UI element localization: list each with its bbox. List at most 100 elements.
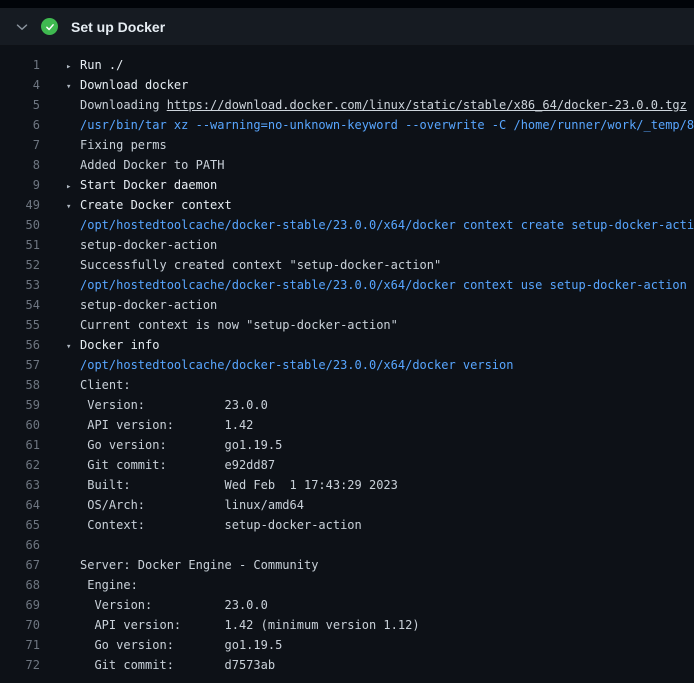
command-text: /usr/bin/tar xz --warning=no-unknown-key…	[80, 118, 694, 132]
log-line: 62 Git commit: e92dd87	[0, 455, 694, 475]
log-url-link[interactable]: https://download.docker.com/linux/static…	[167, 98, 687, 112]
log-line: 72 Git commit: d7573ab	[0, 655, 694, 675]
log-text: Version: 23.0.0	[80, 398, 268, 412]
success-check-icon	[41, 18, 58, 35]
log-line: 63 Built: Wed Feb 1 17:43:29 2023	[0, 475, 694, 495]
line-number-link[interactable]: 57	[0, 355, 52, 375]
line-number-link[interactable]: 50	[0, 215, 52, 235]
disclosure-collapsed-icon: ▸	[66, 177, 80, 195]
log-text: Git commit: e92dd87	[80, 458, 275, 472]
line-number-link[interactable]: 61	[0, 435, 52, 455]
log-line: 61 Go version: go1.19.5	[0, 435, 694, 455]
log-text: Context: setup-docker-action	[80, 518, 362, 532]
log-line: 57/opt/hostedtoolcache/docker-stable/23.…	[0, 355, 694, 375]
log-group-row[interactable]: 56 ▾Docker info	[0, 335, 694, 355]
log-group-row[interactable]: 49 ▾Create Docker context	[0, 195, 694, 215]
line-number-link[interactable]: 72	[0, 655, 52, 675]
log-line: 67 Server: Docker Engine - Community	[0, 555, 694, 575]
log-text: Built: Wed Feb 1 17:43:29 2023	[80, 478, 398, 492]
disclosure-expanded-icon: ▾	[66, 337, 80, 355]
log-line: 50/opt/hostedtoolcache/docker-stable/23.…	[0, 215, 694, 235]
line-number-link[interactable]: 5	[0, 95, 52, 115]
line-number-link[interactable]: 8	[0, 155, 52, 175]
line-number-link[interactable]: 51	[0, 235, 52, 255]
disclosure-expanded-icon: ▾	[66, 77, 80, 95]
log-line: 68 Engine:	[0, 575, 694, 595]
log-line: 64 OS/Arch: linux/amd64	[0, 495, 694, 515]
log-text: API version: 1.42	[80, 418, 253, 432]
line-number-link[interactable]: 49	[0, 195, 52, 215]
group-title: Start Docker daemon	[80, 178, 217, 192]
line-number-link[interactable]: 52	[0, 255, 52, 275]
log-line: 54setup-docker-action	[0, 295, 694, 315]
line-number-link[interactable]: 63	[0, 475, 52, 495]
step-title: Set up Docker	[71, 19, 165, 35]
log-lines: 1▸Run ./4▾Download docker5Downloading ht…	[0, 46, 694, 675]
line-number-link[interactable]: 71	[0, 635, 52, 655]
line-number-link[interactable]: 54	[0, 295, 52, 315]
log-text: Server: Docker Engine - Community	[80, 558, 318, 572]
log-line: 69 Version: 23.0.0	[0, 595, 694, 615]
log-text: Client:	[80, 378, 131, 392]
line-number-link[interactable]: 53	[0, 275, 52, 295]
line-number-link[interactable]: 59	[0, 395, 52, 415]
line-number-link[interactable]: 9	[0, 175, 52, 195]
page-top-strip	[0, 0, 694, 8]
log-group-row[interactable]: 9 ▸Start Docker daemon	[0, 175, 694, 195]
log-line: 59 Version: 23.0.0	[0, 395, 694, 415]
log-text: Engine:	[80, 578, 138, 592]
log-text: Successfully created context "setup-dock…	[80, 258, 441, 272]
line-number-link[interactable]: 1	[0, 55, 52, 75]
group-title: Download docker	[80, 78, 188, 92]
line-number-link[interactable]: 70	[0, 615, 52, 635]
log-group-row[interactable]: 4 ▾Download docker	[0, 75, 694, 95]
group-title: Create Docker context	[80, 198, 232, 212]
log-text: API version: 1.42 (minimum version 1.12)	[80, 618, 420, 632]
log-line: 58 Client:	[0, 375, 694, 395]
log-line: 52 Successfully created context "setup-do…	[0, 255, 694, 275]
log-text: Downloading	[80, 98, 167, 112]
line-number-link[interactable]: 55	[0, 315, 52, 335]
log-text: setup-docker-action	[80, 238, 217, 252]
step-header[interactable]: Set up Docker	[0, 8, 694, 46]
log-line: 66	[0, 535, 694, 555]
log-text: Git commit: d7573ab	[80, 658, 275, 672]
log-text: Added Docker to PATH	[80, 158, 225, 172]
line-number-link[interactable]: 56	[0, 335, 52, 355]
group-title: Docker info	[80, 338, 159, 352]
log-line: 7Fixing perms	[0, 135, 694, 155]
line-number-link[interactable]: 62	[0, 455, 52, 475]
log-line: 53/opt/hostedtoolcache/docker-stable/23.…	[0, 275, 694, 295]
line-number-link[interactable]: 69	[0, 595, 52, 615]
disclosure-collapsed-icon: ▸	[66, 57, 80, 75]
log-text: Current context is now "setup-docker-act…	[80, 318, 398, 332]
line-number-link[interactable]: 66	[0, 535, 52, 555]
disclosure-expanded-icon: ▾	[66, 197, 80, 215]
command-text: /opt/hostedtoolcache/docker-stable/23.0.…	[80, 278, 687, 292]
log-line: 60 API version: 1.42	[0, 415, 694, 435]
log-text: Version: 23.0.0	[80, 598, 268, 612]
log-line: 6/usr/bin/tar xz --warning=no-unknown-ke…	[0, 115, 694, 135]
log-line: 65 Context: setup-docker-action	[0, 515, 694, 535]
line-number-link[interactable]: 7	[0, 135, 52, 155]
log-line: 51 setup-docker-action	[0, 235, 694, 255]
line-number-link[interactable]: 65	[0, 515, 52, 535]
line-number-link[interactable]: 6	[0, 115, 52, 135]
log-text: Go version: go1.19.5	[80, 638, 282, 652]
log-line: 70 API version: 1.42 (minimum version 1.…	[0, 615, 694, 635]
log-line: 71 Go version: go1.19.5	[0, 635, 694, 655]
log-line: 8 Added Docker to PATH	[0, 155, 694, 175]
line-number-link[interactable]: 60	[0, 415, 52, 435]
line-number-link[interactable]: 67	[0, 555, 52, 575]
log-line: 5 Downloading https://download.docker.com…	[0, 95, 694, 115]
line-number-link[interactable]: 58	[0, 375, 52, 395]
line-number-link[interactable]: 4	[0, 75, 52, 95]
line-number-link[interactable]: 68	[0, 575, 52, 595]
log-group-row[interactable]: 1▸Run ./	[0, 55, 694, 75]
command-text: /opt/hostedtoolcache/docker-stable/23.0.…	[80, 358, 513, 372]
log-text: Go version: go1.19.5	[80, 438, 282, 452]
line-number-link[interactable]: 64	[0, 495, 52, 515]
log-text: OS/Arch: linux/amd64	[80, 498, 304, 512]
log-line: 55 Current context is now "setup-docker-a…	[0, 315, 694, 335]
chevron-down-icon	[16, 21, 28, 33]
